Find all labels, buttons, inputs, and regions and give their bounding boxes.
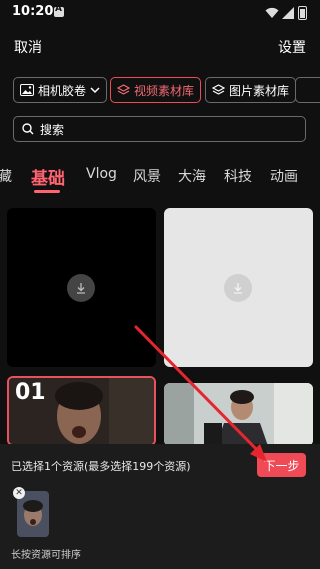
search-input[interactable]: 搜索 (13, 116, 306, 142)
status-bar: 10:20 (0, 0, 320, 26)
category-tab[interactable]: 动画 (270, 166, 298, 186)
download-icon (77, 283, 85, 294)
tab-video-library[interactable]: 视频素材库 (110, 77, 202, 103)
layers-icon (117, 83, 130, 95)
download-button[interactable] (224, 274, 252, 302)
category-tab[interactable]: Vlog (86, 166, 117, 182)
category-tab[interactable]: 大海 (178, 166, 206, 186)
tab-image-library[interactable]: 图片素材库 (205, 77, 297, 103)
tab-video-library-label: 视频素材库 (134, 83, 195, 98)
tab-image-library-label: 图片素材库 (229, 83, 290, 98)
download-button[interactable] (67, 274, 95, 302)
category-underline (34, 190, 60, 193)
layers-icon (212, 83, 225, 95)
video-thumbnail (164, 383, 313, 446)
category-tab[interactable]: 科技 (224, 166, 252, 186)
settings-button[interactable]: 设置 (278, 37, 306, 57)
image-icon (20, 84, 34, 96)
signal-icon (282, 7, 294, 19)
cancel-button[interactable]: 取消 (14, 37, 42, 57)
remove-icon[interactable]: ✕ (13, 487, 25, 499)
tab-camera-roll-label: 相机胶卷 (38, 83, 87, 98)
sort-hint: 长按资源可排序 (11, 550, 81, 561)
next-button[interactable]: 下一步 (257, 453, 306, 477)
selection-number-badge: 01 (15, 380, 46, 405)
status-time: 10:20 (12, 4, 54, 19)
video-tile[interactable] (7, 208, 156, 367)
search-placeholder: 搜索 (40, 122, 65, 137)
video-tile-selected[interactable]: 01 (7, 376, 156, 446)
category-tab[interactable]: 风景 (133, 166, 161, 186)
tab-overflow[interactable] (295, 77, 320, 103)
download-icon (234, 283, 242, 294)
video-tile[interactable] (164, 208, 313, 367)
selection-count-text: 已选择1个资源(最多选择199个资源) (11, 460, 191, 473)
video-tile[interactable] (164, 383, 313, 446)
category-tab-active[interactable]: 基础 (31, 164, 65, 189)
tab-camera-roll[interactable]: 相机胶卷 (13, 77, 108, 103)
wifi-icon (265, 7, 279, 18)
battery-icon (298, 6, 307, 20)
chevron-down-icon (90, 86, 100, 93)
category-tab[interactable]: 藏 (0, 166, 12, 186)
search-icon (22, 123, 34, 135)
notification-icon (54, 4, 64, 17)
